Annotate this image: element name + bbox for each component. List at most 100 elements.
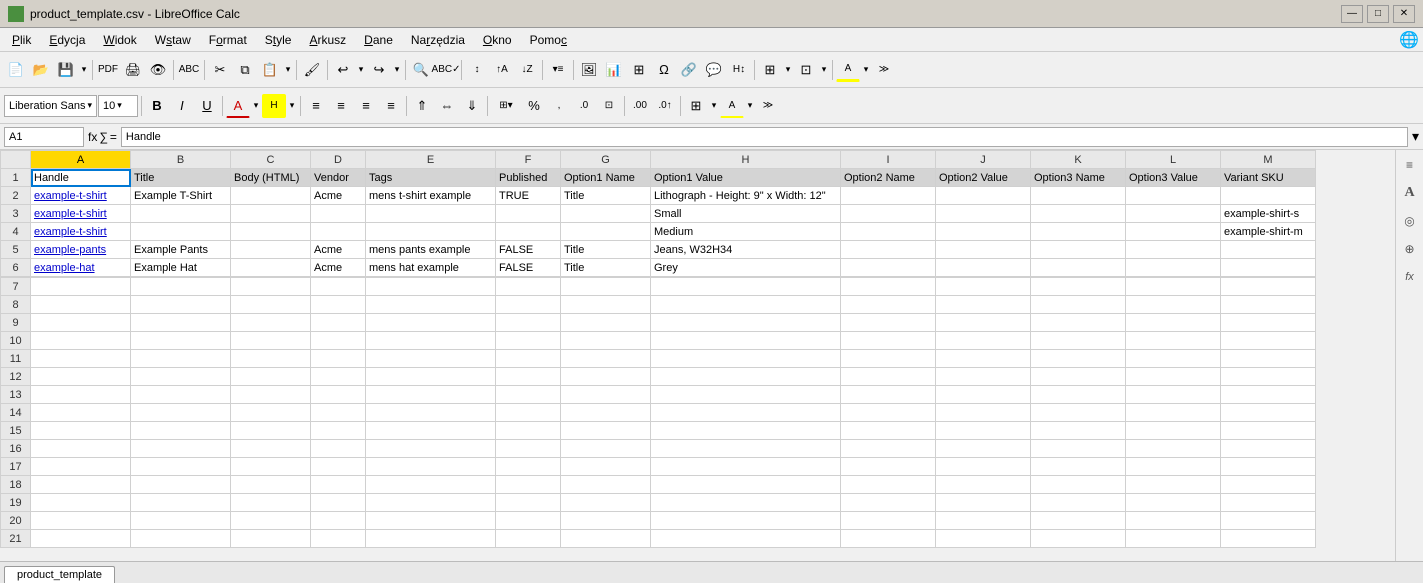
cell-F11[interactable]	[496, 350, 561, 368]
cell-e3[interactable]	[366, 205, 496, 223]
col-header-g[interactable]: G	[561, 151, 651, 169]
cell-g1[interactable]: Option1 Name	[561, 169, 651, 187]
cell-C13[interactable]	[231, 386, 311, 404]
cell-h6[interactable]: Grey	[651, 259, 841, 277]
cell-G16[interactable]	[561, 440, 651, 458]
cell-D7[interactable]	[311, 278, 366, 296]
maximize-button[interactable]: □	[1367, 5, 1389, 23]
cell-K15[interactable]	[1031, 422, 1126, 440]
cell-F16[interactable]	[496, 440, 561, 458]
redo-dropdown[interactable]: ▾	[392, 58, 402, 82]
gallery-btn[interactable]: ◎	[1399, 210, 1421, 232]
cell-L21[interactable]	[1126, 530, 1221, 548]
cell-C16[interactable]	[231, 440, 311, 458]
row-num-10[interactable]: 10	[1, 332, 31, 350]
cell-I15[interactable]	[841, 422, 936, 440]
cell-A21[interactable]	[31, 530, 131, 548]
cell-b2[interactable]: Example T-Shirt	[131, 187, 231, 205]
row-num-4[interactable]: 4	[1, 223, 31, 241]
borders-button[interactable]: ⊞	[758, 58, 782, 82]
cell-B21[interactable]	[131, 530, 231, 548]
corner-header[interactable]	[1, 151, 31, 169]
col-header-d[interactable]: D	[311, 151, 366, 169]
cell-M9[interactable]	[1221, 314, 1316, 332]
cell-J17[interactable]	[936, 458, 1031, 476]
sort-asc2-button[interactable]: ↑A	[490, 58, 514, 82]
cell-B19[interactable]	[131, 494, 231, 512]
col-header-f[interactable]: F	[496, 151, 561, 169]
cell-f4[interactable]	[496, 223, 561, 241]
menu-wstaw[interactable]: Wstaw	[147, 31, 199, 49]
cell-I19[interactable]	[841, 494, 936, 512]
cell-J21[interactable]	[936, 530, 1031, 548]
cell-J12[interactable]	[936, 368, 1031, 386]
cell-a1[interactable]: Handle	[31, 169, 131, 187]
cell-m3[interactable]: example-shirt-s	[1221, 205, 1316, 223]
cell-G7[interactable]	[561, 278, 651, 296]
row-num-18[interactable]: 18	[1, 476, 31, 494]
formula-equals-icon[interactable]: =	[110, 130, 117, 144]
cell-B9[interactable]	[131, 314, 231, 332]
redo-button[interactable]: ↪	[367, 58, 391, 82]
more2-button[interactable]: ≫	[756, 94, 780, 118]
autofilter-button[interactable]: ▾≡	[546, 58, 570, 82]
cell-m1[interactable]: Variant SKU	[1221, 169, 1316, 187]
cell-E21[interactable]	[366, 530, 496, 548]
cell-D12[interactable]	[311, 368, 366, 386]
row-num-5[interactable]: 5	[1, 241, 31, 259]
cell-C8[interactable]	[231, 296, 311, 314]
cell-L16[interactable]	[1126, 440, 1221, 458]
percent-button[interactable]: %	[522, 94, 546, 118]
cell-C19[interactable]	[231, 494, 311, 512]
cell-D9[interactable]	[311, 314, 366, 332]
cell-A11[interactable]	[31, 350, 131, 368]
fill-dropdown[interactable]: ▾	[861, 58, 871, 82]
cell-I18[interactable]	[841, 476, 936, 494]
cell-b4[interactable]	[131, 223, 231, 241]
cell-c2[interactable]	[231, 187, 311, 205]
cell-A12[interactable]	[31, 368, 131, 386]
cell-D20[interactable]	[311, 512, 366, 530]
menu-format[interactable]: Format	[201, 31, 255, 49]
chart-button[interactable]: 📊	[602, 58, 626, 82]
cell-e5[interactable]: mens pants example	[366, 241, 496, 259]
cell-I13[interactable]	[841, 386, 936, 404]
styles-button[interactable]: ⊡	[597, 94, 621, 118]
cell-F9[interactable]	[496, 314, 561, 332]
cell-M21[interactable]	[1221, 530, 1316, 548]
cell-l4[interactable]	[1126, 223, 1221, 241]
cell-G19[interactable]	[561, 494, 651, 512]
row-num-6[interactable]: 6	[1, 259, 31, 277]
italic-button[interactable]: I	[170, 94, 194, 118]
cell-f1[interactable]: Published	[496, 169, 561, 187]
cell-L18[interactable]	[1126, 476, 1221, 494]
spreadsheet-area[interactable]: A B C D E F G H I J K L M 1	[0, 150, 1395, 561]
row-num-8[interactable]: 8	[1, 296, 31, 314]
cell-M15[interactable]	[1221, 422, 1316, 440]
cell-J19[interactable]	[936, 494, 1031, 512]
row-num-13[interactable]: 13	[1, 386, 31, 404]
cell-C20[interactable]	[231, 512, 311, 530]
cell-J16[interactable]	[936, 440, 1031, 458]
cell-b1[interactable]: Title	[131, 169, 231, 187]
cell-H18[interactable]	[651, 476, 841, 494]
cell-A19[interactable]	[31, 494, 131, 512]
cell-E18[interactable]	[366, 476, 496, 494]
font-name-dropdown[interactable]: Liberation Sans ▾	[4, 95, 97, 117]
cell-C14[interactable]	[231, 404, 311, 422]
cell-M7[interactable]	[1221, 278, 1316, 296]
cell-I17[interactable]	[841, 458, 936, 476]
cell-i3[interactable]	[841, 205, 936, 223]
menu-widok[interactable]: Widok	[95, 31, 144, 49]
sum-icon[interactable]: ∑	[99, 130, 108, 144]
cell-F12[interactable]	[496, 368, 561, 386]
cell-B10[interactable]	[131, 332, 231, 350]
row-num-11[interactable]: 11	[1, 350, 31, 368]
col-header-k[interactable]: K	[1031, 151, 1126, 169]
cell-e1[interactable]: Tags	[366, 169, 496, 187]
cell-h2[interactable]: Lithograph - Height: 9" x Width: 12"	[651, 187, 841, 205]
cell-k3[interactable]	[1031, 205, 1126, 223]
col-header-a[interactable]: A	[31, 151, 131, 169]
cell-l5[interactable]	[1126, 241, 1221, 259]
cell-F21[interactable]	[496, 530, 561, 548]
